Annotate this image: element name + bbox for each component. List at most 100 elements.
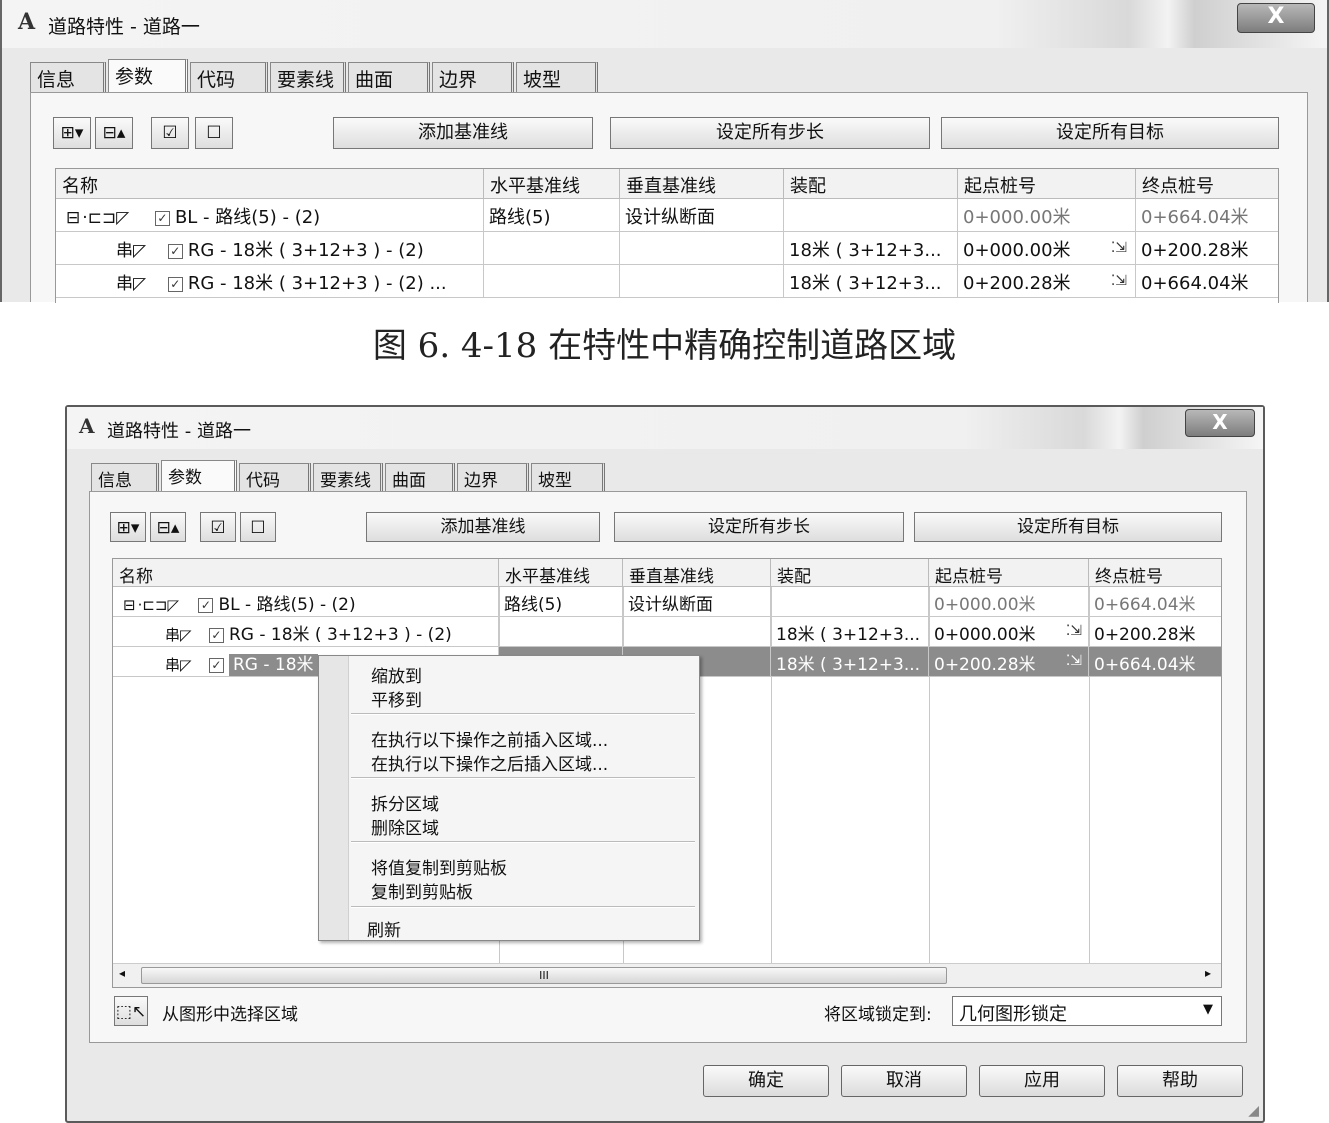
- column-header-assembly[interactable]: 装配: [784, 169, 958, 199]
- row-checkbox[interactable]: ✓: [208, 657, 224, 673]
- tab-codes[interactable]: 代码: [239, 463, 311, 493]
- pick-station-icon[interactable]: ⁚⇲: [1066, 623, 1082, 639]
- tab-feature-lines[interactable]: 要素线: [313, 463, 383, 493]
- checkbox-checked-icon: ☑: [210, 518, 226, 538]
- menu-item-refresh[interactable]: 刷新: [367, 916, 401, 941]
- pick-station-icon[interactable]: ⁚⇲: [1111, 240, 1127, 256]
- set-all-steps-button[interactable]: 设定所有步长: [614, 512, 904, 542]
- cell-assembly[interactable]: 18米 ( 3+12+3...: [771, 617, 929, 647]
- cell-horizontal-baseline[interactable]: 路线(5): [484, 199, 620, 232]
- cell-assembly[interactable]: 18米 ( 3+12+3...: [784, 265, 958, 298]
- cell-start-station[interactable]: 0+000.00米 ⁚⇲: [958, 232, 1136, 265]
- ok-button[interactable]: 确定: [703, 1065, 829, 1097]
- tab-slope-patterns[interactable]: 坡型: [531, 463, 605, 493]
- apply-button[interactable]: 应用: [979, 1065, 1105, 1097]
- add-baseline-button[interactable]: 添加基准线: [333, 117, 593, 149]
- row-checkbox[interactable]: ✓: [208, 627, 224, 643]
- cell-assembly[interactable]: 18米 ( 3+12+3...: [784, 232, 958, 265]
- column-header-name[interactable]: 名称: [56, 169, 484, 199]
- cell-end-station[interactable]: 0+200.28米: [1136, 232, 1278, 265]
- column-header-start-station[interactable]: 起点桩号: [929, 559, 1089, 587]
- cell-end-station[interactable]: 0+664.04米: [1089, 647, 1221, 677]
- scroll-thumb[interactable]: III: [141, 967, 947, 984]
- select-region-from-drawing-button[interactable]: ⬚↖: [114, 996, 148, 1026]
- cell-horizontal-baseline[interactable]: 路线(5): [499, 587, 623, 617]
- column-header-assembly[interactable]: 装配: [771, 559, 929, 587]
- uncheck-all-button[interactable]: ☐: [195, 117, 233, 149]
- set-all-steps-button[interactable]: 设定所有步长: [610, 117, 930, 149]
- column-header-horizontal-baseline[interactable]: 水平基准线: [484, 169, 620, 199]
- cancel-button[interactable]: 取消: [841, 1065, 967, 1097]
- tab-feature-lines[interactable]: 要素线: [270, 62, 346, 92]
- menu-item-pan-to[interactable]: 平移到: [371, 686, 422, 711]
- table-row[interactable]: 串◸ ✓ RG - 18米 ( 3+12+3 ) - (2) ...: [56, 265, 484, 298]
- horizontal-scrollbar[interactable]: ◂ III ▸: [113, 963, 1221, 987]
- scroll-left-icon[interactable]: ◂: [119, 966, 125, 980]
- cell-start-station[interactable]: 0+000.00米 ⁚⇲: [929, 617, 1089, 647]
- column-header-end-station[interactable]: 终点桩号: [1089, 559, 1221, 587]
- row-checkbox[interactable]: ✓: [154, 210, 170, 226]
- start-station-value: 0+200.28米: [934, 655, 1036, 675]
- tab-codes[interactable]: 代码: [190, 62, 268, 92]
- pick-station-icon[interactable]: ⁚⇲: [1066, 653, 1082, 669]
- collapse-tree-button[interactable]: ⊟▴: [95, 117, 133, 149]
- pick-station-icon[interactable]: ⁚⇲: [1111, 273, 1127, 289]
- tab-info[interactable]: 信息: [30, 62, 106, 92]
- title-bar: A 道路特性 - 道路一 X: [2, 0, 1327, 48]
- tab-info[interactable]: 信息: [91, 463, 159, 493]
- cell-vertical-baseline[interactable]: 设计纵断面: [620, 199, 784, 232]
- cell-vertical-baseline: [623, 617, 771, 647]
- close-button[interactable]: X: [1237, 3, 1315, 33]
- column-header-start-station[interactable]: 起点桩号: [958, 169, 1136, 199]
- row-checkbox[interactable]: ✓: [167, 276, 183, 292]
- tab-slope-patterns[interactable]: 坡型: [516, 62, 598, 92]
- row-checkbox[interactable]: ✓: [167, 243, 183, 259]
- uncheck-all-button[interactable]: ☐: [240, 512, 276, 542]
- tab-surfaces[interactable]: 曲面: [348, 62, 430, 92]
- checkbox-checked-icon: ☑: [162, 123, 178, 143]
- scroll-right-icon[interactable]: ▸: [1205, 966, 1211, 980]
- cell-end-station[interactable]: 0+200.28米: [1089, 617, 1221, 647]
- tab-boundaries[interactable]: 边界: [432, 62, 514, 92]
- resize-grip-icon[interactable]: ◢: [1248, 1103, 1259, 1119]
- column-header-name[interactable]: 名称: [113, 559, 499, 587]
- menu-item-delete-region[interactable]: 删除区域: [371, 814, 439, 839]
- cell-end-station[interactable]: 0+664.04米: [1136, 265, 1278, 298]
- collapse-tree-button[interactable]: ⊟▴: [150, 512, 186, 542]
- check-all-button[interactable]: ☑: [151, 117, 189, 149]
- cell-start-station[interactable]: 0+200.28米 ⁚⇲: [958, 265, 1136, 298]
- menu-item-copy-to-clipboard[interactable]: 复制到剪贴板: [371, 878, 473, 903]
- column-header-vertical-baseline[interactable]: 垂直基准线: [620, 169, 784, 199]
- cell-vertical-baseline[interactable]: 设计纵断面: [623, 587, 771, 617]
- close-button[interactable]: X: [1185, 409, 1255, 437]
- tab-parameters[interactable]: 参数: [161, 460, 237, 493]
- row-checkbox[interactable]: ✓: [198, 597, 214, 613]
- lock-regions-dropdown[interactable]: 几何图形锁定 ▼: [952, 996, 1222, 1026]
- table-row[interactable]: ⊟ ·⊏⊐◸ ✓ BL - 路线(5) - (2): [113, 587, 499, 617]
- set-all-targets-button[interactable]: 设定所有目标: [941, 117, 1279, 149]
- set-all-targets-button[interactable]: 设定所有目标: [914, 512, 1222, 542]
- check-all-button[interactable]: ☑: [200, 512, 236, 542]
- menu-item-insert-region-after[interactable]: 在执行以下操作之后插入区域...: [371, 750, 608, 775]
- tab-boundaries[interactable]: 边界: [457, 463, 529, 493]
- help-button[interactable]: 帮助: [1117, 1065, 1243, 1097]
- cell-start-station[interactable]: 0+200.28米 ⁚⇲: [929, 647, 1089, 677]
- menu-item-split-region[interactable]: 拆分区域: [371, 790, 439, 815]
- column-header-vertical-baseline[interactable]: 垂直基准线: [623, 559, 771, 587]
- table-row[interactable]: 串◸ ✓ RG - 18米 ( 3+12+3 ) - (2): [56, 232, 484, 265]
- menu-item-copy-value-to-clipboard[interactable]: 将值复制到剪贴板: [371, 854, 507, 879]
- menu-item-insert-region-before[interactable]: 在执行以下操作之前插入区域...: [371, 726, 608, 751]
- column-header-horizontal-baseline[interactable]: 水平基准线: [499, 559, 623, 587]
- table-row[interactable]: ⊟ ·⊏⊐◸ ✓ BL - 路线(5) - (2): [56, 199, 484, 232]
- table-row[interactable]: 串◸ ✓ RG - 18米 ( 3+12+3 ) - (2): [113, 617, 499, 647]
- expand-tree-button[interactable]: ⊞▾: [53, 117, 91, 149]
- menu-item-zoom-to[interactable]: 缩放到: [371, 662, 422, 687]
- autocad-app-icon: A: [18, 9, 36, 35]
- add-baseline-button[interactable]: 添加基准线: [366, 512, 600, 542]
- expand-tree-button[interactable]: ⊞▾: [110, 512, 146, 542]
- pick-region-icon: ⬚↖: [115, 1002, 147, 1022]
- tab-parameters[interactable]: 参数: [108, 59, 188, 92]
- column-header-end-station[interactable]: 终点桩号: [1136, 169, 1278, 199]
- tab-surfaces[interactable]: 曲面: [385, 463, 455, 493]
- cell-assembly[interactable]: 18米 ( 3+12+3...: [771, 647, 929, 677]
